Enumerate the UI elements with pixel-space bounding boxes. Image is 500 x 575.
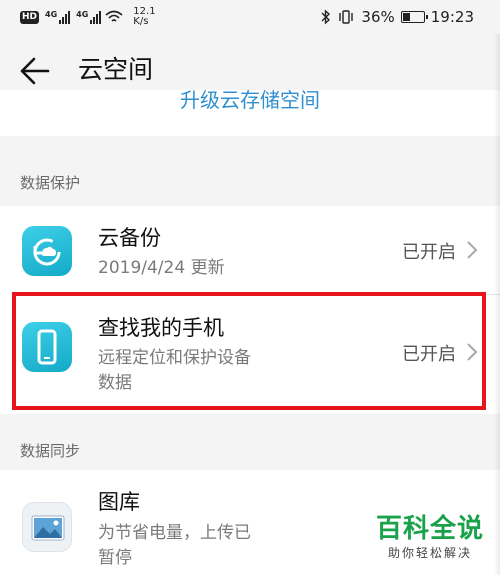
- network-type-label: 4G: [45, 10, 58, 19]
- cloud-backup-title: 云备份: [98, 226, 161, 250]
- watermark: 百科全说 助你轻松解决: [370, 514, 490, 561]
- network-speed: 12.1 K/s: [133, 7, 155, 27]
- chevron-right-icon: [467, 241, 478, 259]
- speed-unit: K/s: [133, 16, 149, 27]
- status-right: 36% 19:23: [321, 6, 474, 28]
- signal-icon-2: 4G: [76, 10, 102, 24]
- gallery-icon: [22, 502, 72, 552]
- battery-icon: [400, 11, 428, 23]
- section-label-data-sync: 数据同步: [20, 442, 81, 460]
- gallery-title: 图库: [98, 490, 140, 514]
- clock: 19:23: [430, 8, 474, 26]
- gallery-subtitle-line1: 为节省电量，上传已: [98, 523, 251, 543]
- bluetooth-icon: [321, 9, 331, 25]
- gallery-subtitle-line2: 暂停: [98, 548, 132, 568]
- network-type-label-2: 4G: [76, 10, 89, 19]
- status-bar: HD 4G 4G 12.1 K/s 36% 19:23: [0, 0, 500, 34]
- watermark-title: 百科全说: [375, 514, 484, 544]
- status-left: HD 4G 4G 12.1 K/s: [20, 6, 156, 28]
- watermark-subtitle: 助你轻松解决: [387, 546, 472, 560]
- signal-icon: 4G: [45, 10, 71, 24]
- upgrade-storage-link[interactable]: 升级云存储空间: [0, 90, 500, 113]
- hd-badge: HD: [20, 10, 40, 24]
- page-title: 云空间: [78, 55, 154, 84]
- storage-card: 升级云存储空间: [0, 90, 500, 136]
- section-label-data-protection: 数据保护: [20, 174, 81, 192]
- vibrate-icon: [339, 10, 354, 24]
- battery-percent: 36%: [361, 8, 395, 26]
- edge-shadow: [494, 34, 500, 575]
- highlight-box: [12, 292, 486, 410]
- cloud-backup-status: 已开启: [402, 242, 456, 263]
- cloud-backup-icon: [22, 226, 72, 276]
- cloud-backup-row[interactable]: 云备份 2019/4/24 更新 已开启: [0, 206, 500, 294]
- cloud-backup-subtitle: 2019/4/24 更新: [98, 258, 225, 278]
- back-arrow-icon[interactable]: [18, 56, 50, 86]
- battery-fill: [402, 13, 410, 21]
- wifi-icon: [105, 10, 123, 22]
